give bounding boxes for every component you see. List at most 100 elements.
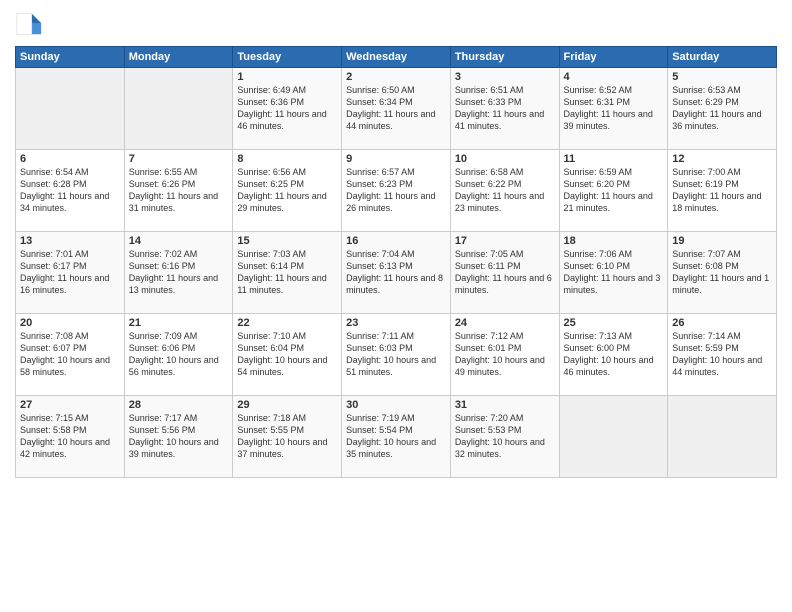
day-info: Sunrise: 7:07 AMSunset: 6:08 PMDaylight:… [672,248,772,297]
day-info: Sunrise: 7:10 AMSunset: 6:04 PMDaylight:… [237,330,337,379]
day-cell: 4Sunrise: 6:52 AMSunset: 6:31 PMDaylight… [559,68,668,150]
day-cell: 14Sunrise: 7:02 AMSunset: 6:16 PMDayligh… [124,232,233,314]
day-cell: 29Sunrise: 7:18 AMSunset: 5:55 PMDayligh… [233,396,342,478]
day-cell [124,68,233,150]
day-cell: 5Sunrise: 6:53 AMSunset: 6:29 PMDaylight… [668,68,777,150]
day-number: 21 [129,317,229,329]
day-number: 26 [672,317,772,329]
day-cell: 20Sunrise: 7:08 AMSunset: 6:07 PMDayligh… [16,314,125,396]
day-info: Sunrise: 7:14 AMSunset: 5:59 PMDaylight:… [672,330,772,379]
day-number: 7 [129,153,229,165]
day-info: Sunrise: 7:03 AMSunset: 6:14 PMDaylight:… [237,248,337,297]
day-cell: 26Sunrise: 7:14 AMSunset: 5:59 PMDayligh… [668,314,777,396]
day-number: 31 [455,399,555,411]
day-number: 14 [129,235,229,247]
day-cell: 6Sunrise: 6:54 AMSunset: 6:28 PMDaylight… [16,150,125,232]
day-cell: 16Sunrise: 7:04 AMSunset: 6:13 PMDayligh… [342,232,451,314]
day-number: 29 [237,399,337,411]
day-cell: 15Sunrise: 7:03 AMSunset: 6:14 PMDayligh… [233,232,342,314]
day-number: 24 [455,317,555,329]
day-info: Sunrise: 7:04 AMSunset: 6:13 PMDaylight:… [346,248,446,297]
header-cell-saturday: Saturday [668,47,777,68]
day-cell: 8Sunrise: 6:56 AMSunset: 6:25 PMDaylight… [233,150,342,232]
day-info: Sunrise: 7:06 AMSunset: 6:10 PMDaylight:… [564,248,664,297]
logo [15,10,47,38]
day-info: Sunrise: 7:17 AMSunset: 5:56 PMDaylight:… [129,412,229,461]
day-info: Sunrise: 7:20 AMSunset: 5:53 PMDaylight:… [455,412,555,461]
day-number: 28 [129,399,229,411]
header-row: SundayMondayTuesdayWednesdayThursdayFrid… [16,47,777,68]
day-number: 27 [20,399,120,411]
day-cell: 11Sunrise: 6:59 AMSunset: 6:20 PMDayligh… [559,150,668,232]
day-number: 12 [672,153,772,165]
day-info: Sunrise: 7:02 AMSunset: 6:16 PMDaylight:… [129,248,229,297]
header [15,10,777,38]
day-cell: 23Sunrise: 7:11 AMSunset: 6:03 PMDayligh… [342,314,451,396]
day-info: Sunrise: 7:05 AMSunset: 6:11 PMDaylight:… [455,248,555,297]
day-cell: 13Sunrise: 7:01 AMSunset: 6:17 PMDayligh… [16,232,125,314]
header-cell-tuesday: Tuesday [233,47,342,68]
day-number: 30 [346,399,446,411]
day-cell: 21Sunrise: 7:09 AMSunset: 6:06 PMDayligh… [124,314,233,396]
day-cell: 1Sunrise: 6:49 AMSunset: 6:36 PMDaylight… [233,68,342,150]
day-cell: 31Sunrise: 7:20 AMSunset: 5:53 PMDayligh… [450,396,559,478]
day-cell: 3Sunrise: 6:51 AMSunset: 6:33 PMDaylight… [450,68,559,150]
header-cell-sunday: Sunday [16,47,125,68]
day-info: Sunrise: 6:49 AMSunset: 6:36 PMDaylight:… [237,84,337,133]
week-row-1: 1Sunrise: 6:49 AMSunset: 6:36 PMDaylight… [16,68,777,150]
day-number: 2 [346,71,446,83]
day-number: 16 [346,235,446,247]
day-info: Sunrise: 6:54 AMSunset: 6:28 PMDaylight:… [20,166,120,215]
day-number: 17 [455,235,555,247]
day-number: 15 [237,235,337,247]
header-cell-thursday: Thursday [450,47,559,68]
day-info: Sunrise: 6:50 AMSunset: 6:34 PMDaylight:… [346,84,446,133]
logo-icon [15,10,43,38]
day-info: Sunrise: 7:08 AMSunset: 6:07 PMDaylight:… [20,330,120,379]
day-cell: 2Sunrise: 6:50 AMSunset: 6:34 PMDaylight… [342,68,451,150]
day-info: Sunrise: 7:19 AMSunset: 5:54 PMDaylight:… [346,412,446,461]
day-info: Sunrise: 7:13 AMSunset: 6:00 PMDaylight:… [564,330,664,379]
week-row-5: 27Sunrise: 7:15 AMSunset: 5:58 PMDayligh… [16,396,777,478]
day-cell: 18Sunrise: 7:06 AMSunset: 6:10 PMDayligh… [559,232,668,314]
day-number: 10 [455,153,555,165]
day-number: 20 [20,317,120,329]
calendar-table: SundayMondayTuesdayWednesdayThursdayFrid… [15,46,777,478]
day-info: Sunrise: 6:52 AMSunset: 6:31 PMDaylight:… [564,84,664,133]
day-cell: 28Sunrise: 7:17 AMSunset: 5:56 PMDayligh… [124,396,233,478]
week-row-3: 13Sunrise: 7:01 AMSunset: 6:17 PMDayligh… [16,232,777,314]
day-info: Sunrise: 6:51 AMSunset: 6:33 PMDaylight:… [455,84,555,133]
day-number: 22 [237,317,337,329]
day-info: Sunrise: 7:00 AMSunset: 6:19 PMDaylight:… [672,166,772,215]
day-info: Sunrise: 7:01 AMSunset: 6:17 PMDaylight:… [20,248,120,297]
day-cell: 7Sunrise: 6:55 AMSunset: 6:26 PMDaylight… [124,150,233,232]
week-row-4: 20Sunrise: 7:08 AMSunset: 6:07 PMDayligh… [16,314,777,396]
day-cell: 24Sunrise: 7:12 AMSunset: 6:01 PMDayligh… [450,314,559,396]
day-info: Sunrise: 6:57 AMSunset: 6:23 PMDaylight:… [346,166,446,215]
day-cell: 25Sunrise: 7:13 AMSunset: 6:00 PMDayligh… [559,314,668,396]
header-cell-wednesday: Wednesday [342,47,451,68]
day-number: 1 [237,71,337,83]
day-cell [16,68,125,150]
day-number: 8 [237,153,337,165]
day-number: 6 [20,153,120,165]
day-number: 9 [346,153,446,165]
day-info: Sunrise: 7:12 AMSunset: 6:01 PMDaylight:… [455,330,555,379]
day-cell: 17Sunrise: 7:05 AMSunset: 6:11 PMDayligh… [450,232,559,314]
day-cell: 19Sunrise: 7:07 AMSunset: 6:08 PMDayligh… [668,232,777,314]
week-row-2: 6Sunrise: 6:54 AMSunset: 6:28 PMDaylight… [16,150,777,232]
day-cell: 30Sunrise: 7:19 AMSunset: 5:54 PMDayligh… [342,396,451,478]
day-number: 11 [564,153,664,165]
day-cell: 22Sunrise: 7:10 AMSunset: 6:04 PMDayligh… [233,314,342,396]
day-number: 19 [672,235,772,247]
day-number: 18 [564,235,664,247]
day-info: Sunrise: 6:55 AMSunset: 6:26 PMDaylight:… [129,166,229,215]
day-number: 5 [672,71,772,83]
day-info: Sunrise: 7:15 AMSunset: 5:58 PMDaylight:… [20,412,120,461]
day-cell: 12Sunrise: 7:00 AMSunset: 6:19 PMDayligh… [668,150,777,232]
day-info: Sunrise: 6:59 AMSunset: 6:20 PMDaylight:… [564,166,664,215]
day-info: Sunrise: 7:09 AMSunset: 6:06 PMDaylight:… [129,330,229,379]
day-info: Sunrise: 7:18 AMSunset: 5:55 PMDaylight:… [237,412,337,461]
day-number: 25 [564,317,664,329]
header-cell-friday: Friday [559,47,668,68]
